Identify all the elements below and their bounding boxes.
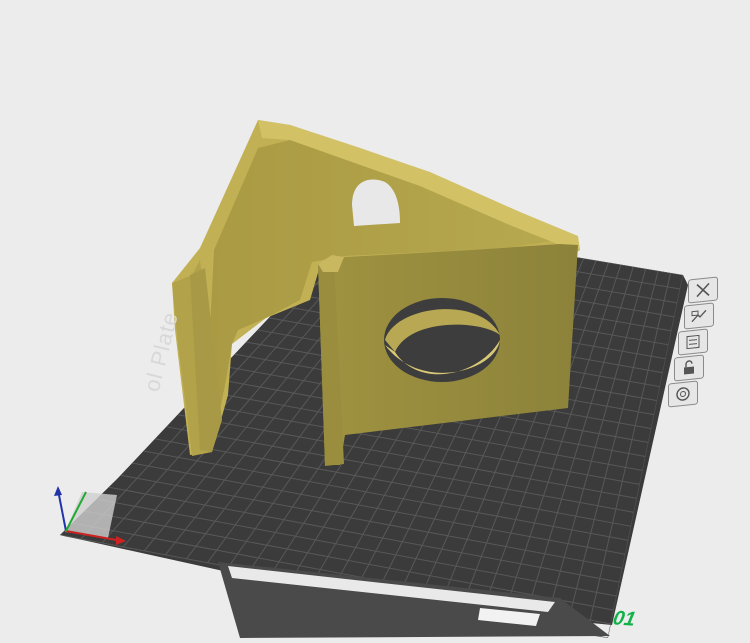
x-icon — [696, 282, 710, 298]
corner-tile — [65, 492, 117, 538]
target-icon — [676, 387, 690, 401]
auto-orient-button[interactable] — [668, 380, 698, 408]
lock-icon — [684, 360, 694, 375]
close-plate-button[interactable] — [688, 276, 718, 304]
arrange-icon — [691, 309, 707, 323]
scene-canvas[interactable] — [0, 0, 750, 638]
z-axis-icon — [57, 489, 67, 532]
plate-settings-button[interactable] — [678, 328, 708, 356]
arrange-plate-button[interactable] — [684, 302, 714, 330]
plate-toolbar — [660, 276, 720, 416]
3d-viewport[interactable]: ol Plate 01 — [0, 0, 750, 638]
lock-plate-button[interactable] — [674, 354, 704, 382]
settings-list-icon — [686, 334, 700, 350]
